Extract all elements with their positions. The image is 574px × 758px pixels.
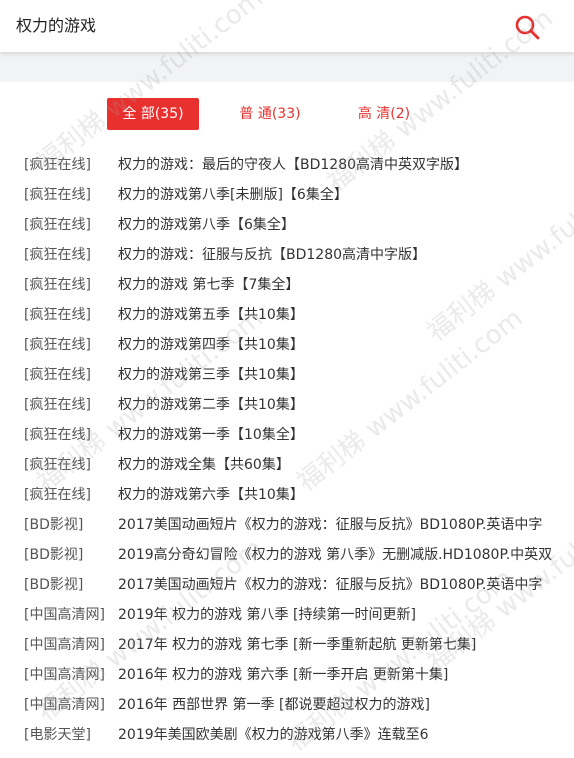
result-row[interactable]: [中国高清网] 2019年 权力的游戏 第八季 [持续第一时间更新] [0,600,574,630]
result-row[interactable]: [疯狂在线] 权力的游戏第二季【共10集】 [0,390,574,420]
result-source: [疯狂在线] [24,187,91,203]
result-title[interactable]: 权力的游戏第一季【10集全】 [118,420,304,450]
result-source: [电影天堂] [24,727,91,743]
result-title[interactable]: 2016年 权力的游戏 第六季 [新一季开启 更新第十集] [118,660,448,690]
result-source: [疯狂在线] [24,307,91,323]
result-title[interactable]: 权力的游戏 第七季【7集全】 [118,270,299,300]
result-source: [BD影视] [24,577,84,593]
result-source: [BD影视] [24,547,84,563]
result-title[interactable]: 2019高分奇幻冒险《权力的游戏 第八季》无删减版.HD1080P.中英双 [118,540,552,570]
result-source: [疯狂在线] [24,457,91,473]
result-title[interactable]: 权力的游戏第三季【共10集】 [118,360,304,390]
result-row[interactable]: [疯狂在线] 权力的游戏第一季【10集全】 [0,420,574,450]
result-title[interactable]: 权力的游戏第四季【共10集】 [118,330,304,360]
result-row[interactable]: [疯狂在线] 权力的游戏全集【共60集】 [0,450,574,480]
search-bar: 权力的游戏 [0,0,574,52]
result-source: [疯狂在线] [24,427,91,443]
result-title[interactable]: 权力的游戏第五季【共10集】 [118,300,304,330]
search-input[interactable]: 权力的游戏 [16,14,96,38]
result-title[interactable]: 权力的游戏：最后的守夜人【BD1280高清中英双字版】 [118,150,468,180]
result-row[interactable]: [疯狂在线] 权力的游戏：最后的守夜人【BD1280高清中英双字版】 [0,150,574,180]
tab-all[interactable]: 全 部(35) [107,98,199,130]
result-row[interactable]: [疯狂在线] 权力的游戏 第七季【7集全】 [0,270,574,300]
result-source: [疯狂在线] [24,397,91,413]
search-icon[interactable] [514,14,540,40]
result-row[interactable]: [疯狂在线] 权力的游戏第三季【共10集】 [0,360,574,390]
result-row[interactable]: [BD影视] 2017美国动画短片《权力的游戏：征服与反抗》BD1080P.英语中… [0,510,574,540]
result-source: [中国高清网] [24,607,105,623]
result-title[interactable]: 2019年 权力的游戏 第八季 [持续第一时间更新] [118,600,416,630]
result-row[interactable]: [疯狂在线] 权力的游戏第八季[未删版]【6集全】 [0,180,574,210]
result-row[interactable]: [中国高清网] 2016年 西部世界 第一季 [都说要超过权力的游戏] [0,690,574,720]
result-row[interactable]: [中国高清网] 2016年 权力的游戏 第六季 [新一季开启 更新第十集] [0,660,574,690]
result-source: [中国高清网] [24,667,105,683]
result-title[interactable]: 权力的游戏第二季【共10集】 [118,390,304,420]
result-title[interactable]: 2016年 西部世界 第一季 [都说要超过权力的游戏] [118,690,430,720]
result-title[interactable]: 2019年美国欧美剧《权力的游戏第八季》连载至6 [118,720,429,750]
result-title[interactable]: 权力的游戏第八季[未删版]【6集全】 [118,180,348,210]
result-row[interactable]: [疯狂在线] 权力的游戏第六季【共10集】 [0,480,574,510]
result-list: [疯狂在线] 权力的游戏：最后的守夜人【BD1280高清中英双字版】 [疯狂在线]… [0,150,574,750]
result-row[interactable]: [BD影视] 2017美国动画短片《权力的游戏：征服与反抗》BD1080P.英语中… [0,570,574,600]
result-source: [疯狂在线] [24,367,91,383]
section-divider [0,52,574,82]
result-title[interactable]: 2017年 权力的游戏 第七季 [新一季重新起航 更新第七集] [118,630,476,660]
result-title[interactable]: 权力的游戏全集【共60集】 [118,450,290,480]
result-source: [疯狂在线] [24,277,91,293]
result-title[interactable]: 2017美国动画短片《权力的游戏：征服与反抗》BD1080P.英语中字 [118,570,542,600]
result-source: [中国高清网] [24,697,105,713]
result-source: [疯狂在线] [24,247,91,263]
result-source: [疯狂在线] [24,337,91,353]
result-source: [中国高清网] [24,637,105,653]
result-title[interactable]: 2017美国动画短片《权力的游戏：征服与反抗》BD1080P.英语中字 [118,510,542,540]
filter-tabs: 全 部(35) 普 通(33) 高 清(2) [0,98,574,130]
tab-hd[interactable]: 高 清(2) [346,98,422,130]
result-title[interactable]: 权力的游戏：征服与反抗【BD1280高清中字版】 [118,240,426,270]
result-row[interactable]: [疯狂在线] 权力的游戏第四季【共10集】 [0,330,574,360]
result-source: [疯狂在线] [24,487,91,503]
result-row[interactable]: [疯狂在线] 权力的游戏第八季【6集全】 [0,210,574,240]
result-source: [疯狂在线] [24,217,91,233]
result-source: [BD影视] [24,517,84,533]
result-row[interactable]: [疯狂在线] 权力的游戏：征服与反抗【BD1280高清中字版】 [0,240,574,270]
result-title[interactable]: 权力的游戏第六季【共10集】 [118,480,304,510]
result-source: [疯狂在线] [24,157,91,173]
result-row[interactable]: [BD影视] 2019高分奇幻冒险《权力的游戏 第八季》无删减版.HD1080P.… [0,540,574,570]
result-row[interactable]: [中国高清网] 2017年 权力的游戏 第七季 [新一季重新起航 更新第七集] [0,630,574,660]
tab-normal[interactable]: 普 通(33) [230,98,310,130]
result-title[interactable]: 权力的游戏第八季【6集全】 [118,210,295,240]
result-row[interactable]: [疯狂在线] 权力的游戏第五季【共10集】 [0,300,574,330]
result-row[interactable]: [电影天堂] 2019年美国欧美剧《权力的游戏第八季》连载至6 [0,720,574,750]
